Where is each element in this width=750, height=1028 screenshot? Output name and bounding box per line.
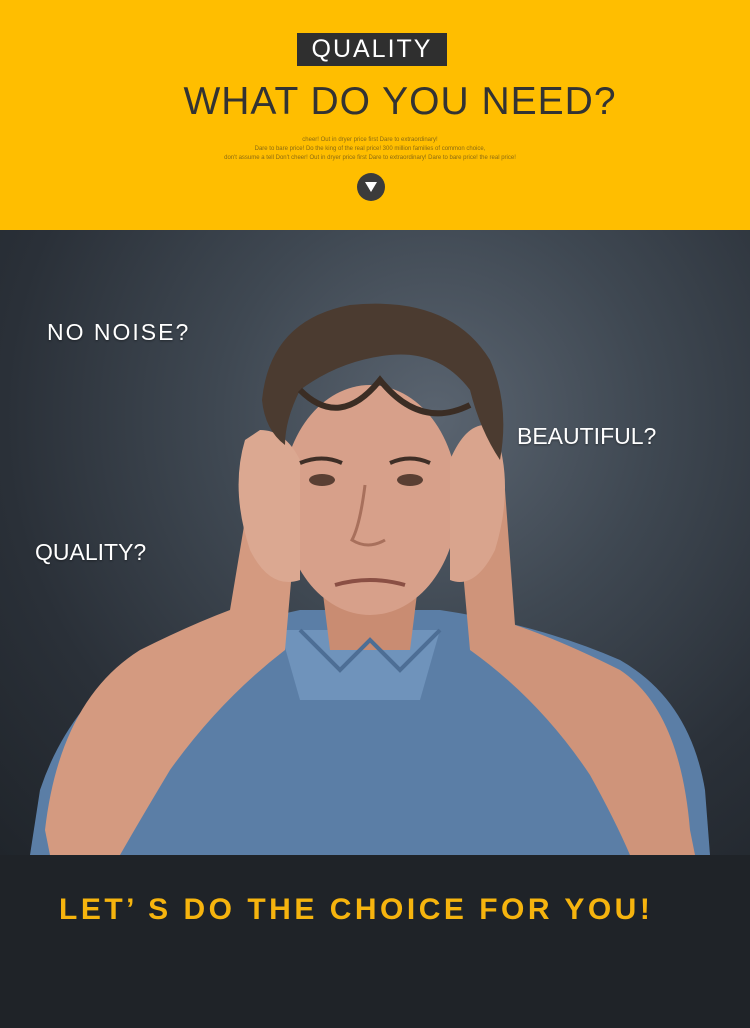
hero-photo: NO NOISE? BEAUTIFUL? QUALITY? bbox=[0, 230, 750, 855]
top-banner: QUALITY WHAT DO YOU NEED? cheer! Out in … bbox=[0, 0, 750, 230]
scroll-down-button[interactable] bbox=[357, 173, 385, 201]
fineprint-line: Dare to bare price! Do the king of the r… bbox=[254, 146, 486, 152]
slogan-band: LET’ S DO THE CHOICE FOR YOU! bbox=[0, 855, 750, 1028]
triangle-down-icon bbox=[365, 182, 377, 192]
no-noise-label: NO NOISE? bbox=[47, 319, 191, 345]
fineprint-line: cheer! Out in dryer price first Dare to … bbox=[302, 137, 438, 143]
fineprint-text: cheer! Out in dryer price first Dare to … bbox=[140, 136, 600, 163]
beautiful-label: BEAUTIFUL? bbox=[517, 423, 657, 449]
slogan-text: LET’ S DO THE CHOICE FOR YOU! bbox=[59, 893, 654, 926]
quality-badge: QUALITY bbox=[297, 33, 447, 66]
quality-label: QUALITY? bbox=[35, 539, 147, 565]
fineprint-line: don't assume a tell Don't cheer! Out in … bbox=[224, 155, 516, 161]
headline: WHAT DO YOU NEED? bbox=[183, 80, 617, 123]
